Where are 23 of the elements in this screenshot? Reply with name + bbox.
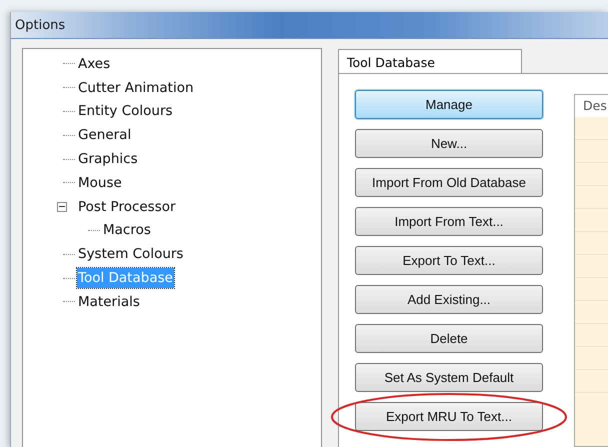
collapse-icon[interactable] [57,202,67,212]
window-title: Options [15,18,66,32]
tree-item[interactable]: Cutter Animation [77,78,195,98]
tree-item[interactable]: Macros [102,220,152,240]
button[interactable]: Export To Text... [355,246,543,275]
button[interactable]: Import From Text... [355,207,543,236]
column-header[interactable]: Des [575,95,608,117]
tree-item[interactable]: Axes [77,54,112,74]
tab[interactable]: Tool Database [338,49,522,74]
tree-item[interactable]: Materials [77,292,141,312]
tree-item[interactable]: System Colours [77,244,184,264]
tree-item[interactable]: Entity Colours [77,101,174,122]
button[interactable]: Import From Old Database [355,168,543,197]
tree-item[interactable]: Mouse [77,172,123,193]
button[interactable]: Manage [355,90,543,119]
button[interactable]: Set As System Default [355,363,543,392]
button[interactable]: Delete [355,324,543,353]
button[interactable]: Export MRU To Text... [355,402,543,431]
button[interactable]: New... [355,129,543,158]
tree-item[interactable]: Post Processor [77,196,177,217]
tree-item[interactable]: General [77,125,132,146]
tree-item[interactable]: Graphics [77,149,139,170]
button[interactable]: Add Existing... [355,285,543,314]
